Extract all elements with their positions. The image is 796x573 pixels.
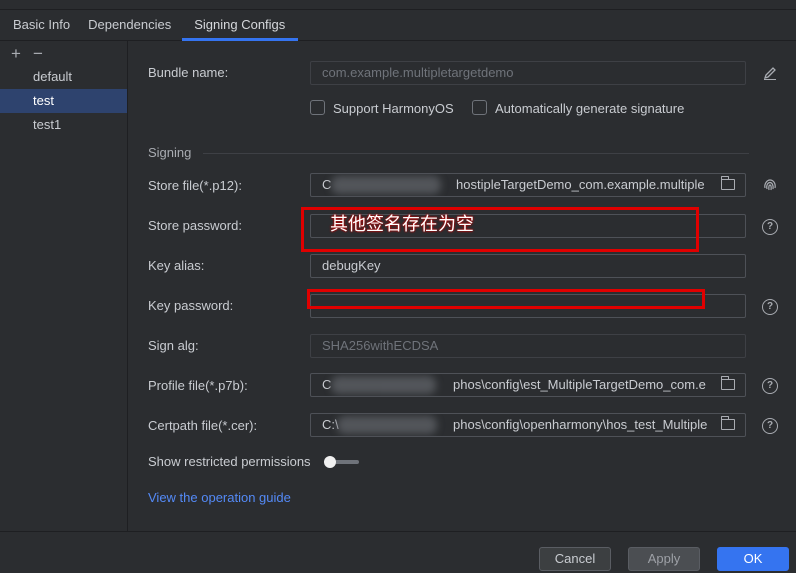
store-file-prefix: C <box>322 177 332 192</box>
section-divider <box>203 153 749 154</box>
key-alias-label: Key alias: <box>148 258 205 273</box>
folder-icon[interactable] <box>720 376 735 390</box>
profile-file-label: Profile file(*.p7b): <box>148 378 248 393</box>
certpath-file-field[interactable]: C:\ phos\config\openharmony\hos_test_Mul… <box>310 413 746 437</box>
operation-guide-link[interactable]: View the operation guide <box>148 490 291 505</box>
support-harmonyos-checkbox[interactable] <box>310 100 325 115</box>
tab-dependencies[interactable]: Dependencies <box>78 10 181 41</box>
certpath-file-value: phos\config\openharmony\hos_test_Multipl… <box>453 417 708 432</box>
cancel-button[interactable]: Cancel <box>539 547 611 571</box>
profile-file-value: phos\config\est_MultipleTargetDemo_com.e <box>453 377 706 392</box>
sidebar-item-default[interactable]: default <box>0 65 127 89</box>
help-icon[interactable]: ? <box>762 219 778 235</box>
ok-button[interactable]: OK <box>717 547 789 571</box>
sidebar-item-test[interactable]: test <box>0 89 127 113</box>
signing-section-title: Signing <box>148 145 192 160</box>
tab-signing-configs[interactable]: Signing Configs <box>182 10 299 41</box>
sidebar-toolbar: + − <box>0 41 127 65</box>
bundle-name-value: com.example.multipletargetdemo <box>322 65 514 80</box>
sign-alg-field: SHA256withECDSA <box>310 334 746 358</box>
store-password-label: Store password: <box>148 218 242 233</box>
apply-button[interactable]: Apply <box>628 547 700 571</box>
bundle-name-label: Bundle name: <box>148 65 229 80</box>
certpath-file-label: Certpath file(*.cer): <box>148 418 258 433</box>
folder-icon[interactable] <box>720 416 735 430</box>
store-file-label: Store file(*.p12): <box>148 178 242 193</box>
auto-sign-checkbox[interactable] <box>472 100 487 115</box>
restricted-permissions-label: Show restricted permissions <box>148 454 311 469</box>
profile-file-prefix: C <box>322 377 332 392</box>
sign-alg-label: Sign alg: <box>148 338 199 353</box>
support-harmonyos-label: Support HarmonyOS <box>333 101 454 116</box>
edit-icon[interactable] <box>763 66 777 80</box>
redacted-path <box>331 376 436 394</box>
plus-icon[interactable]: + <box>11 45 21 62</box>
fingerprint-icon[interactable] <box>762 177 778 193</box>
store-file-value: hostipleTargetDemo_com.example.multiple <box>456 177 705 192</box>
help-icon[interactable]: ? <box>762 299 778 315</box>
bundle-name-field: com.example.multipletargetdemo <box>310 61 746 85</box>
store-file-field[interactable]: C hostipleTargetDemo_com.example.multipl… <box>310 173 746 197</box>
help-icon[interactable]: ? <box>762 418 778 434</box>
key-password-label: Key password: <box>148 298 234 313</box>
folder-icon[interactable] <box>720 176 735 190</box>
redacted-path <box>331 176 441 194</box>
title-strip <box>0 0 796 10</box>
sidebar-item-test1[interactable]: test1 <box>0 113 127 137</box>
redacted-path <box>337 416 437 434</box>
signing-config-form: Bundle name: com.example.multipletargetd… <box>129 41 796 531</box>
tab-basic-info[interactable]: Basic Info <box>0 10 78 41</box>
config-list-sidebar: + − default test test1 <box>0 41 128 531</box>
dialog-footer: Cancel Apply OK <box>0 531 796 573</box>
annotation-box-key-password <box>307 289 705 309</box>
auto-sign-label: Automatically generate signature <box>495 101 685 116</box>
tab-bar: Basic Info Dependencies Signing Configs <box>0 10 796 41</box>
key-alias-field[interactable]: debugKey <box>310 254 746 278</box>
help-icon[interactable]: ? <box>762 378 778 394</box>
profile-file-field[interactable]: C phos\config\est_MultipleTargetDemo_com… <box>310 373 746 397</box>
annotation-text: 其他签名存在为空 <box>330 214 474 235</box>
minus-icon[interactable]: − <box>33 45 43 62</box>
toggle-knob[interactable] <box>324 456 336 468</box>
